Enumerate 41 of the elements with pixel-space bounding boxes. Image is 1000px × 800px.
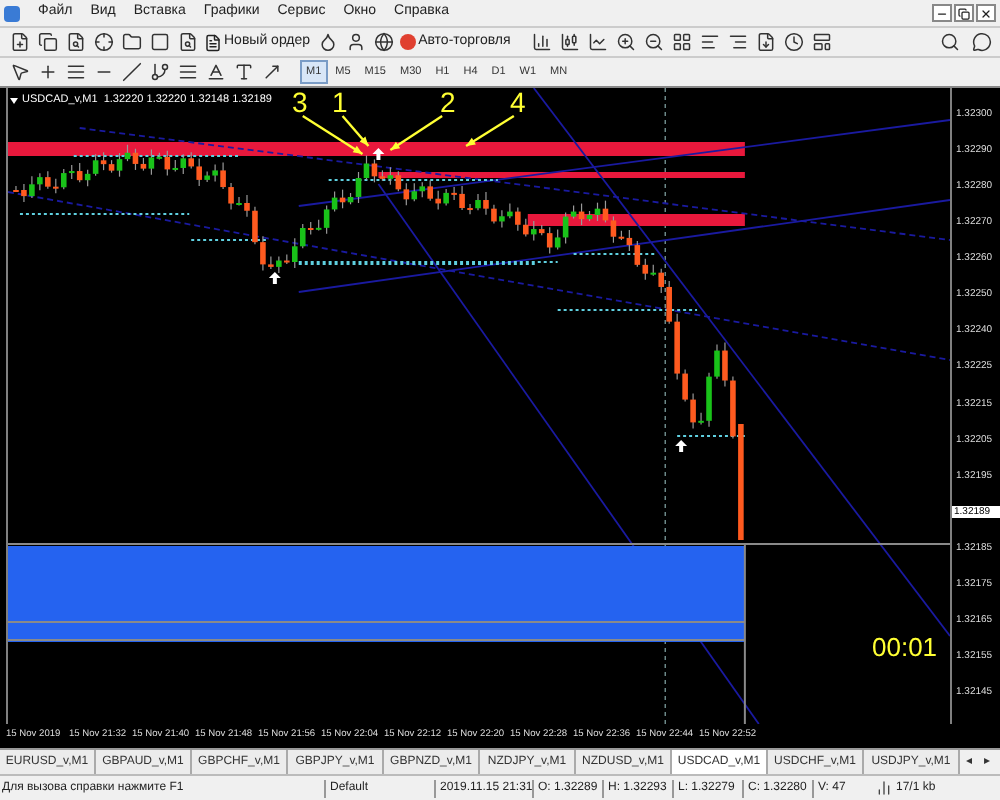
folder-icon[interactable] <box>118 29 144 55</box>
annotation-number: 3 <box>292 88 308 116</box>
annotation-number: 4 <box>510 88 526 116</box>
minimize-button[interactable] <box>932 4 952 22</box>
tile-windows-icon[interactable] <box>668 29 695 55</box>
vertical-line-icon[interactable] <box>62 59 88 85</box>
app-icon <box>4 5 20 21</box>
document-icon <box>204 33 222 51</box>
fibonacci-icon[interactable] <box>146 59 172 85</box>
dropdown-icon[interactable] <box>10 97 18 104</box>
close-icon <box>980 7 992 19</box>
countdown-timer: 00:01 <box>872 634 938 662</box>
annotation-number: 1 <box>332 88 348 116</box>
globe-icon[interactable] <box>370 29 397 55</box>
annotation-number: 2 <box>440 88 456 116</box>
up-arrow-icon <box>372 148 385 160</box>
line-chart-icon[interactable] <box>584 29 611 55</box>
template-icon[interactable] <box>808 29 835 55</box>
close-button[interactable] <box>976 4 996 22</box>
search-icon[interactable] <box>936 29 962 55</box>
bar-chart-icon[interactable] <box>528 29 555 55</box>
profiles-icon[interactable] <box>34 29 60 55</box>
chart-shift-icon[interactable] <box>724 29 751 55</box>
candlestick-icon[interactable] <box>556 29 583 55</box>
up-arrow-icon <box>675 440 688 452</box>
up-arrow-icon <box>268 272 281 284</box>
pointer-arrow <box>389 115 443 151</box>
crosshair-icon[interactable] <box>90 29 116 55</box>
minimize-icon <box>936 7 948 19</box>
clock-icon[interactable] <box>780 29 807 55</box>
restore-icon <box>958 7 970 19</box>
channel-icon[interactable] <box>174 59 200 85</box>
auto-scroll-icon[interactable] <box>696 29 723 55</box>
trend-line-icon[interactable] <box>118 59 144 85</box>
zoom-in-icon[interactable] <box>612 29 639 55</box>
connection-icon <box>876 780 892 796</box>
pointer-arrow <box>465 115 515 147</box>
terminal-icon[interactable] <box>146 29 172 55</box>
zoom-out-icon[interactable] <box>640 29 667 55</box>
chat-icon[interactable] <box>968 29 994 55</box>
restore-button[interactable] <box>954 4 974 22</box>
